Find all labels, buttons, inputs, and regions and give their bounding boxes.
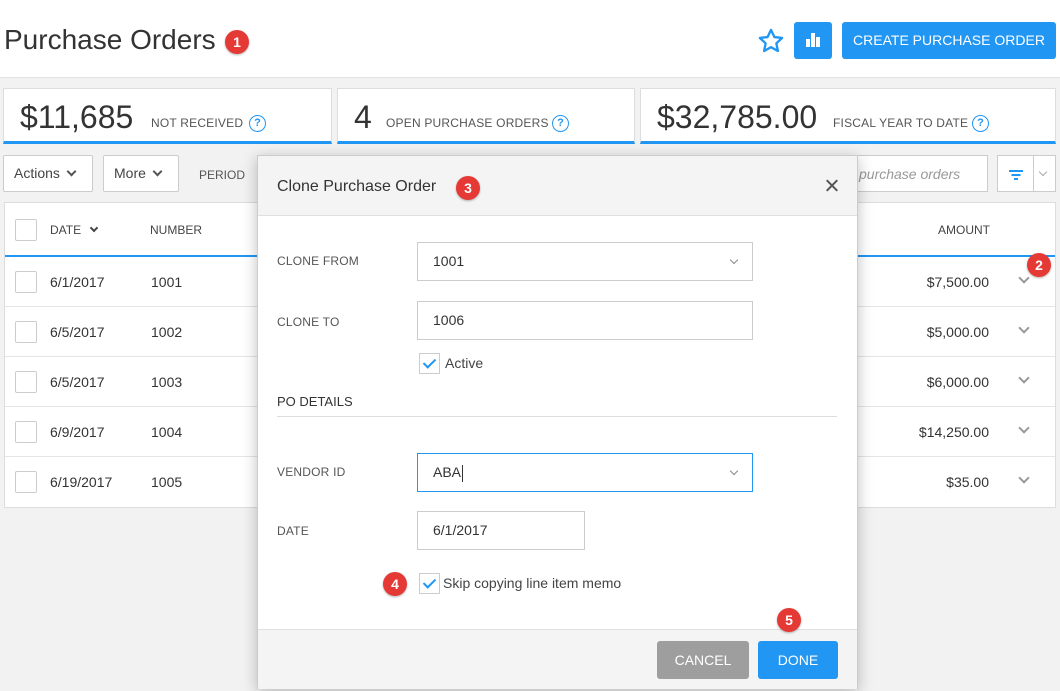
row-checkbox[interactable] [15, 271, 37, 293]
date-label: DATE [277, 524, 309, 538]
done-button[interactable]: DONE [758, 641, 838, 679]
dialog-header: Clone Purchase Order 3 [258, 156, 857, 216]
chevron-down-icon [1038, 167, 1048, 177]
row-number: 1005 [151, 474, 183, 490]
row-number: 1004 [151, 424, 183, 440]
clone-to-input[interactable]: 1006 [417, 301, 753, 340]
row-amount: $14,250.00 [918, 424, 989, 440]
clone-from-select[interactable]: 1001 [417, 242, 753, 281]
vendor-id-select[interactable]: ABA [417, 453, 753, 492]
filter-icon [1008, 170, 1023, 172]
stat-label: NOT RECEIVED [151, 116, 244, 130]
stat-label: FISCAL YEAR TO DATE [833, 116, 969, 130]
help-icon[interactable]: ? [249, 115, 266, 132]
dialog-footer: CANCEL DONE [258, 629, 857, 689]
filter-options-dropdown[interactable] [1034, 155, 1056, 192]
search-input[interactable]: purchase orders [855, 155, 988, 192]
row-amount: $5,000.00 [926, 324, 989, 340]
row-expand-chevron-icon[interactable] [1018, 422, 1030, 434]
callout-badge-4: 4 [383, 572, 407, 596]
row-date: 6/9/2017 [50, 424, 105, 440]
section-divider [277, 416, 837, 417]
row-expand-chevron-icon[interactable] [1018, 272, 1030, 284]
vendor-id-label: VENDOR ID [277, 465, 346, 479]
chevron-down-icon [66, 166, 77, 177]
row-date: 6/5/2017 [50, 374, 105, 390]
active-label: Active [445, 355, 484, 371]
help-icon[interactable]: ? [972, 115, 989, 132]
chevron-down-icon [152, 166, 163, 177]
column-header-number[interactable]: NUMBER [150, 223, 202, 237]
row-amount: $7,500.00 [926, 274, 989, 290]
page-title: Purchase Orders [4, 24, 216, 55]
filter-icon [1013, 178, 1018, 180]
stat-value: $11,685 [20, 99, 134, 135]
clone-to-label: CLONE TO [277, 315, 340, 329]
reports-chart-button[interactable] [794, 22, 832, 59]
date-value: 6/1/2017 [433, 522, 488, 538]
text-caret [462, 464, 464, 482]
date-input[interactable]: 6/1/2017 [417, 511, 585, 550]
callout-badge-5: 5 [777, 608, 801, 632]
row-date: 6/1/2017 [50, 274, 105, 290]
actions-label: Actions [14, 165, 60, 181]
chart-bar-icon [811, 33, 815, 47]
column-header-date[interactable]: DATE [50, 223, 99, 237]
column-header-label: DATE [50, 223, 82, 237]
page-header: Purchase Orders 1 CREATE PURCHASE ORDER [0, 0, 1060, 78]
row-expand-chevron-icon[interactable] [1018, 322, 1030, 334]
period-label: PERIOD [199, 168, 246, 182]
filter-icon [1011, 174, 1020, 176]
stat-label: OPEN PURCHASE ORDERS [386, 116, 549, 130]
filter-button[interactable] [997, 155, 1034, 192]
row-amount: $35.00 [946, 474, 989, 490]
more-dropdown[interactable]: More [103, 155, 179, 192]
stat-value: $32,785.00 [657, 99, 818, 135]
skip-memo-label: Skip copying line item memo [443, 575, 622, 591]
select-all-checkbox[interactable] [15, 219, 37, 241]
clone-to-value: 1006 [433, 312, 465, 328]
column-header-amount[interactable]: AMOUNT [938, 223, 990, 237]
close-icon[interactable] [824, 178, 840, 194]
stat-open-purchase-orders: 4 OPEN PURCHASE ORDERS ? [337, 88, 635, 144]
row-number: 1001 [151, 274, 183, 290]
row-checkbox[interactable] [15, 471, 37, 493]
row-expand-chevron-icon[interactable] [1018, 372, 1030, 384]
more-label: More [114, 165, 146, 181]
row-checkbox[interactable] [15, 421, 37, 443]
favorite-star-icon[interactable] [757, 27, 785, 55]
row-expand-chevron-icon[interactable] [1018, 472, 1030, 484]
clone-purchase-order-dialog: Clone Purchase Order 3 CLONE FROM 1001 C… [257, 155, 858, 689]
clone-from-value: 1001 [433, 253, 465, 269]
help-icon[interactable]: ? [552, 115, 569, 132]
actions-dropdown[interactable]: Actions [3, 155, 93, 192]
row-date: 6/19/2017 [50, 474, 113, 490]
clone-from-label: CLONE FROM [277, 254, 360, 268]
chart-bar-icon [816, 37, 820, 47]
po-details-heading: PO DETAILS [277, 394, 353, 409]
row-date: 6/5/2017 [50, 324, 105, 340]
row-number: 1002 [151, 324, 183, 340]
row-checkbox[interactable] [15, 321, 37, 343]
row-number: 1003 [151, 374, 183, 390]
callout-badge-1: 1 [225, 30, 249, 54]
row-amount: $6,000.00 [926, 374, 989, 390]
callout-badge-2: 2 [1027, 253, 1051, 277]
chart-bar-icon [806, 39, 810, 47]
vendor-id-value: ABA [433, 464, 462, 480]
sort-chevron-icon [89, 223, 99, 233]
chevron-down-icon [729, 255, 739, 265]
skip-memo-checkbox[interactable] [419, 573, 440, 594]
callout-badge-3: 3 [456, 176, 480, 200]
chevron-down-icon [729, 466, 739, 476]
stat-not-received: $11,685 NOT RECEIVED ? [3, 88, 332, 144]
dialog-title: Clone Purchase Order [277, 178, 437, 195]
create-purchase-order-button[interactable]: CREATE PURCHASE ORDER [842, 22, 1056, 59]
cancel-button[interactable]: CANCEL [657, 641, 749, 679]
active-checkbox[interactable] [419, 353, 440, 374]
stat-fiscal-year-to-date: $32,785.00 FISCAL YEAR TO DATE ? [640, 88, 1056, 144]
row-checkbox[interactable] [15, 371, 37, 393]
stat-value: 4 [354, 99, 372, 135]
